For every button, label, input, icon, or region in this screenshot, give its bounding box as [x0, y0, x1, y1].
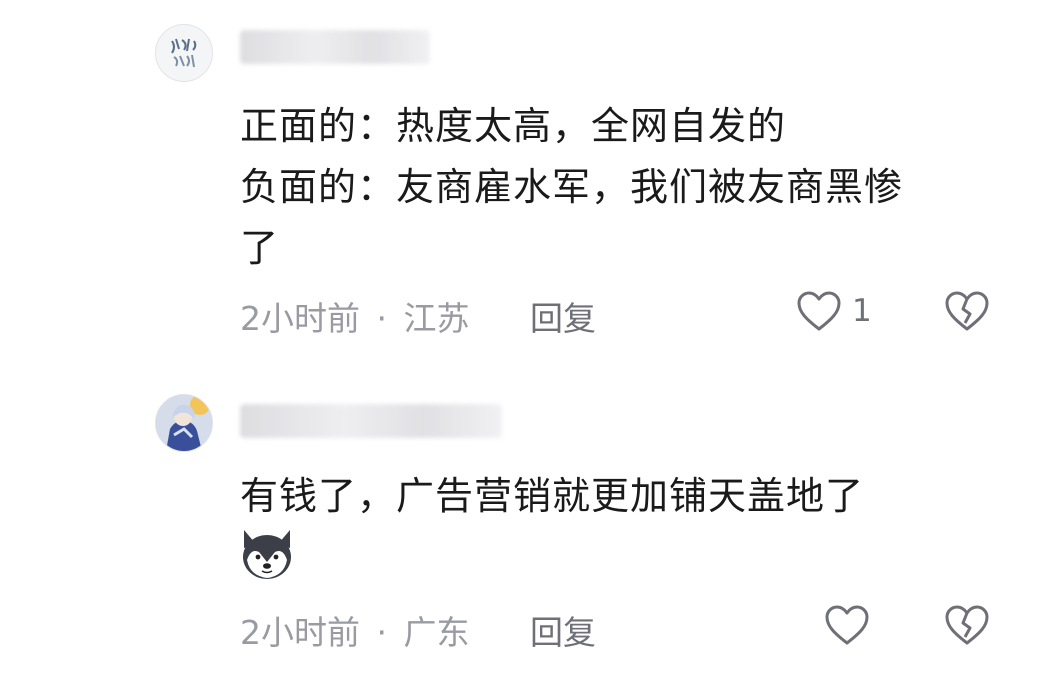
reply-button[interactable]: 回复 — [530, 606, 596, 654]
heart-icon — [797, 291, 841, 331]
dislike-button[interactable] — [944, 290, 990, 336]
husky-dog-emoji — [243, 530, 291, 579]
comment-line: 了 — [240, 226, 280, 270]
comment-time: 2小时前 — [240, 613, 360, 652]
comment-item: 有钱了，广告营销就更加铺天盖地了 2小时前 · 广东 回复 — [0, 360, 1042, 696]
comment-line: 负面的：友商雇水军，我们被友商黑惨 — [240, 165, 904, 209]
username-blurred[interactable] — [240, 404, 502, 438]
user-avatar[interactable] — [155, 24, 213, 82]
comment-time: 2小时前 — [240, 299, 360, 338]
dislike-button[interactable] — [944, 604, 990, 650]
like-button[interactable] — [824, 604, 870, 646]
broken-heart-icon — [945, 605, 989, 645]
heart-icon — [825, 605, 869, 645]
broken-heart-icon — [945, 291, 989, 331]
comment-line: 正面的：热度太高，全网自发的 — [240, 104, 787, 148]
reply-button[interactable]: 回复 — [530, 292, 596, 340]
comment-item: 正面的：热度太高，全网自发的 负面的：友商雇水军，我们被友商黑惨 了 2小时前 … — [0, 0, 1042, 360]
comment-location: 江苏 — [403, 299, 470, 338]
meta-separator: · — [376, 613, 388, 652]
username-blurred[interactable] — [240, 30, 430, 64]
calligraphy-avatar-icon — [156, 25, 212, 81]
comment-meta: 2小时前 · 广东 — [240, 606, 470, 654]
anime-character-avatar-icon — [156, 395, 212, 451]
comment-text: 正面的：热度太高，全网自发的 负面的：友商雇水军，我们被友商黑惨 了 — [240, 96, 1020, 279]
comment-line: 有钱了，广告营销就更加铺天盖地了 — [240, 474, 865, 518]
like-count: 1 — [852, 293, 872, 329]
meta-separator: · — [376, 299, 388, 338]
comment-meta: 2小时前 · 江苏 — [240, 292, 470, 340]
comment-text: 有钱了，广告营销就更加铺天盖地了 — [240, 466, 1020, 527]
like-button[interactable]: 1 — [796, 290, 872, 332]
comment-location: 广东 — [403, 613, 470, 652]
user-avatar[interactable] — [155, 394, 213, 452]
